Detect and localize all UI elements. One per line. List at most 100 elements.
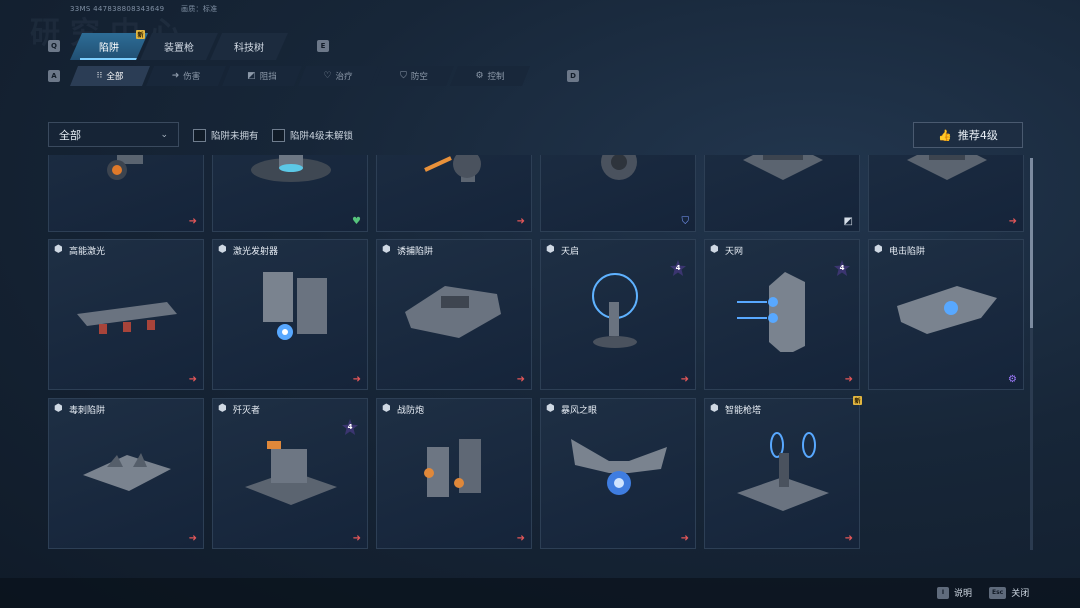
trap-type-icon: ⬢	[218, 403, 227, 414]
help-key: I	[937, 586, 949, 599]
trap-card-annihilator[interactable]: ⬢ 歼灭者 4 ➜	[212, 398, 368, 549]
trap-type-icon: ⬢	[54, 403, 63, 414]
trap-art	[405, 286, 501, 338]
trap-art	[897, 286, 997, 334]
gear-icon: ⚙	[475, 71, 484, 81]
trap-card[interactable]: ◩	[704, 155, 860, 232]
scrollbar-thumb[interactable]	[1030, 158, 1033, 328]
esc-key: Esc	[989, 586, 1007, 599]
thumbs-up-icon: 👍	[938, 128, 952, 142]
tab-device-guns-label: 装置枪	[164, 43, 194, 54]
trap-type-icon: ⬢	[874, 244, 883, 255]
shield-icon: ⛉	[681, 216, 690, 227]
trap-art	[263, 272, 327, 340]
subtab-damage[interactable]: ➜ 伤害	[146, 66, 226, 86]
tab-tech-tree[interactable]: 科技树	[210, 33, 288, 60]
damage-type-icon: ➜	[516, 216, 525, 227]
damage-type-icon: ➜	[352, 374, 361, 385]
trap-type-icon: ⬢	[218, 244, 227, 255]
damage-type-icon: ➜	[516, 374, 525, 385]
tab-next-key[interactable]: E	[317, 40, 329, 52]
trap-art	[83, 453, 171, 491]
damage-type-icon: ➜	[844, 533, 853, 544]
close-button[interactable]: Esc 关闭	[989, 586, 1029, 599]
trap-card-storm-eye[interactable]: ⬢ 暴风之眼 ➜	[540, 398, 696, 549]
trap-card[interactable]: ➜	[868, 155, 1024, 232]
recommend-lvl4-button[interactable]: 👍 推荐4级	[913, 122, 1023, 148]
help-button[interactable]: I 说明	[937, 586, 972, 599]
trap-art	[592, 273, 638, 348]
trap-card-shock-trap[interactable]: ⬢ 电击陷阱 ⚙	[868, 239, 1024, 390]
trap-type-icon: ⬢	[710, 244, 719, 255]
lvl4-locked-checkbox[interactable]: 陷阱4级未解锁	[272, 128, 353, 142]
trap-type-icon: ⬢	[382, 403, 391, 414]
trap-card-apocalypse[interactable]: ⬢ 天启 4 ➜	[540, 239, 696, 390]
chevron-down-icon: ⌄	[160, 129, 168, 140]
trap-name: 天网	[725, 247, 744, 257]
damage-type-icon: ➜	[352, 533, 361, 544]
arrow-right-icon: ➜	[171, 71, 180, 81]
checkbox-box[interactable]	[193, 128, 206, 142]
block-icon: ◩	[843, 216, 853, 227]
subtab-next-key[interactable]: D	[567, 70, 579, 82]
subtab-heal[interactable]: ♡ 治疗	[298, 66, 378, 86]
subtab-air-defense[interactable]: ⛉ 防空	[374, 66, 454, 86]
trap-card-high-energy-laser[interactable]: ⬢ 高能激光 ➜	[48, 239, 204, 390]
trap-name: 智能枪塔	[725, 406, 762, 416]
subtab-all-label: 全部	[106, 72, 124, 82]
trap-art	[743, 155, 823, 180]
heart-icon: ♡	[323, 71, 332, 81]
trap-art	[907, 155, 987, 180]
trap-type-icon: ⬢	[54, 244, 63, 255]
subtab-block-label: 阻挡	[259, 72, 277, 82]
lvl4-locked-label: 陷阱4级未解锁	[290, 131, 354, 142]
grid-icon: ⁝⁝	[96, 71, 103, 81]
trap-card-anti-tank-gun[interactable]: ⬢ 战防炮 ➜	[376, 398, 532, 549]
not-owned-label: 陷阱未拥有	[211, 131, 259, 142]
level-4-star-icon: 4	[670, 260, 686, 276]
tab-traps-label: 陷阱	[99, 43, 119, 54]
tab-prev-key[interactable]: Q	[48, 40, 60, 52]
filter-dropdown[interactable]: 全部 ⌄	[48, 122, 179, 147]
subtab-all[interactable]: ⁝⁝ 全部	[70, 66, 150, 86]
trap-art	[107, 155, 143, 180]
trap-name: 诱捕陷阱	[397, 247, 434, 257]
trap-card[interactable]: ♥	[212, 155, 368, 232]
damage-type-icon: ➜	[680, 374, 689, 385]
trap-type-icon: ⬢	[382, 244, 391, 255]
trap-name: 战防炮	[397, 406, 425, 416]
trap-card-sting-trap[interactable]: ⬢ 毒刺陷阱 ➜	[48, 398, 204, 549]
trap-name: 电击陷阱	[889, 247, 926, 257]
trap-card-smart-turret[interactable]: ⬢ 智能枪塔 ➜	[704, 398, 860, 549]
not-owned-checkbox[interactable]: 陷阱未拥有	[193, 128, 259, 142]
trap-art	[737, 432, 829, 511]
trap-card[interactable]: ➜	[376, 155, 532, 232]
shield-icon: ⛉	[400, 71, 407, 81]
footer-bar	[0, 578, 1080, 608]
trap-grid: ➜ ♥ ➜ ⛉ ◩ ➜ ⬢ 高能激光 ➜ ⬢ 激光发射器 ➜ ⬢ 诱捕陷阱 ➜ …	[48, 155, 1024, 553]
trap-art	[424, 439, 481, 497]
trap-card-skynet[interactable]: ⬢ 天网 4 ➜	[704, 239, 860, 390]
subtab-control[interactable]: ⚙ 控制	[450, 66, 530, 86]
subtab-prev-key[interactable]: A	[48, 70, 60, 82]
checkbox-box[interactable]	[272, 128, 285, 142]
header-meta: 33MS 4478388083436​49 画质：标准	[70, 4, 231, 14]
trap-type-icon: ⬢	[546, 244, 555, 255]
trap-name: 毒刺陷阱	[69, 406, 106, 416]
trap-card[interactable]: ⛉	[540, 155, 696, 232]
main-tab-bar: 陷阱 装置枪 科技树	[70, 33, 280, 60]
trap-type-icon: ⬢	[546, 403, 555, 414]
trap-art	[251, 155, 331, 182]
sub-tab-bar: ⁝⁝ 全部 ➜ 伤害 ◩ 阻挡 ♡ 治疗 ⛉ 防空 ⚙ 控制	[70, 66, 526, 86]
trap-art	[601, 155, 637, 180]
trap-card-laser-emitter[interactable]: ⬢ 激光发射器 ➜	[212, 239, 368, 390]
trap-card[interactable]: ➜	[48, 155, 204, 232]
trap-art	[424, 155, 481, 182]
heart-icon: ♥	[352, 216, 361, 227]
tab-device-guns[interactable]: 装置枪	[140, 33, 218, 60]
trap-name: 激光发射器	[233, 247, 279, 257]
trap-card-lure-trap[interactable]: ⬢ 诱捕陷阱 ➜	[376, 239, 532, 390]
subtab-block[interactable]: ◩ 阻挡	[222, 66, 302, 86]
help-label: 说明	[954, 589, 973, 599]
user-id: 33MS 4478388083436​49	[70, 5, 165, 13]
